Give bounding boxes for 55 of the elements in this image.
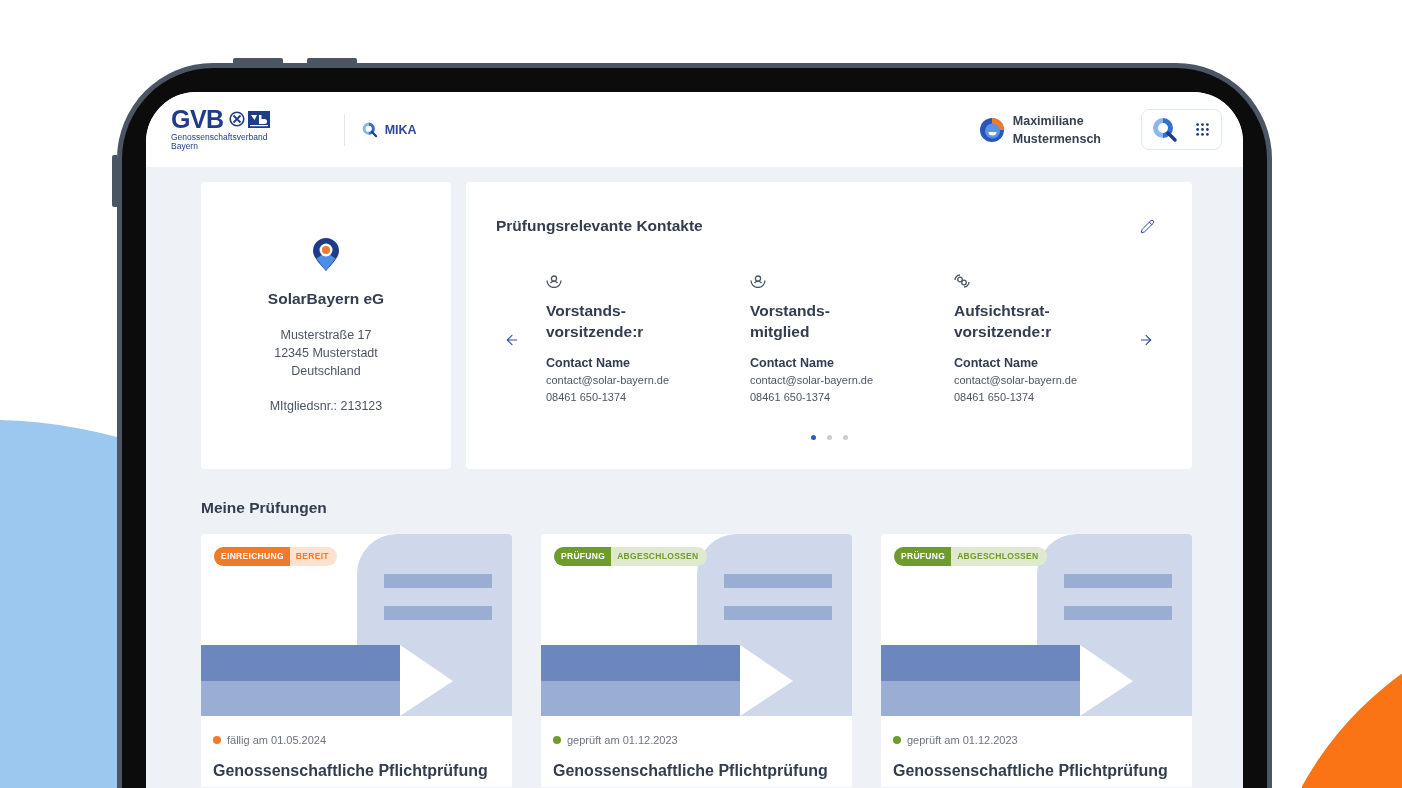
badge-category: EINREICHUNG	[214, 547, 290, 566]
address-line: Deutschland	[290, 363, 362, 380]
contact-email: contact@solar-bayern.de	[546, 372, 670, 388]
badge-status: ABGESCHLOSSEN	[956, 550, 1040, 563]
app-name-link[interactable]: MIKA	[361, 121, 417, 138]
contact-email: contact@solar-bayern.de	[750, 372, 874, 388]
member-name: SolarBayern eG	[267, 289, 385, 309]
badge-category: PRÜFUNG	[894, 547, 952, 566]
contact-name: Contact Name	[546, 354, 631, 372]
logo-subtitle: Genossenschaftsverband Bayern	[171, 132, 268, 151]
contact-name: Contact Name	[954, 355, 1039, 372]
person-icon	[750, 274, 766, 288]
address-line: 12345 Musterstadt	[273, 345, 379, 362]
contact-role: Aufsichtsrat-vorsitzende:r	[954, 301, 1052, 342]
page-dot[interactable]	[810, 435, 816, 440]
arrow-right-icon	[1138, 332, 1154, 348]
contact-role: Vorstands-vorsitzende:r	[546, 300, 644, 342]
address-line: Musterstraße 17	[279, 327, 373, 344]
audit-card[interactable]: EINREICHUNG BEREIT fällig am 01.05.2024 Genossenschaftliche Pflichtprüfung	[201, 534, 512, 787]
audit-title: Genossenschaftliche Pflichtprüfung	[893, 761, 1169, 781]
contact-name: Contact Name	[750, 354, 835, 372]
contact-phone: 08461 650-1374	[750, 389, 831, 405]
badge-status: ABGESCHLOSSEN	[616, 550, 700, 563]
status-date: geprüft am 01.12.2023	[567, 733, 678, 748]
audit-card[interactable]: PRÜFUNG ABGESCHLOSSEN geprüft am 01.12.2023 Genossenschaftliche Pflichtprüfung	[881, 534, 1192, 787]
contacts-title: Prüfungsrelevante Kontakte	[496, 217, 703, 235]
audit-title: Genossenschaftliche Pflichtprüfung	[213, 761, 489, 781]
rings-icon	[954, 274, 970, 288]
magnifier-icon	[1152, 116, 1178, 143]
grid-icon	[1196, 123, 1209, 136]
contact-phone: 08461 650-1374	[546, 389, 627, 405]
page-dot[interactable]	[826, 435, 832, 440]
avatar-icon	[979, 117, 1004, 142]
status-date: geprüft am 01.12.2023	[907, 733, 1018, 748]
pencil-icon	[1139, 218, 1155, 234]
contact-email: contact@solar-bayern.de	[954, 373, 1078, 388]
logo-mark-icon	[247, 110, 270, 128]
contact-phone: 08461 650-1374	[954, 390, 1035, 405]
audit-title: Genossenschaftliche Pflichtprüfung	[553, 761, 829, 781]
audit-card[interactable]: PRÜFUNG ABGESCHLOSSEN geprüft am 01.12.2023 Genossenschaftliche Pflichtprüfung	[541, 534, 852, 787]
location-pin-icon	[312, 237, 340, 272]
person-icon	[546, 274, 562, 288]
member-number: MItgliedsnr.: 213123	[269, 398, 383, 415]
status-date: fällig am 01.05.2024	[227, 733, 327, 748]
circle-cross-icon	[228, 111, 245, 127]
badge-status: BEREIT	[294, 550, 330, 563]
section-title: Meine Prüfungen	[201, 498, 328, 518]
badge-category: PRÜFUNG	[554, 547, 612, 566]
apps-button[interactable]	[1196, 123, 1209, 136]
search-button[interactable]	[1152, 116, 1178, 143]
logo-wordmark: GVB	[171, 108, 224, 130]
contact-role: Vorstands-mitglied	[750, 300, 830, 342]
page-dot[interactable]	[842, 435, 848, 440]
user-name: Maximiliane Mustermensch	[1012, 112, 1101, 148]
magnifier-icon	[361, 121, 378, 138]
